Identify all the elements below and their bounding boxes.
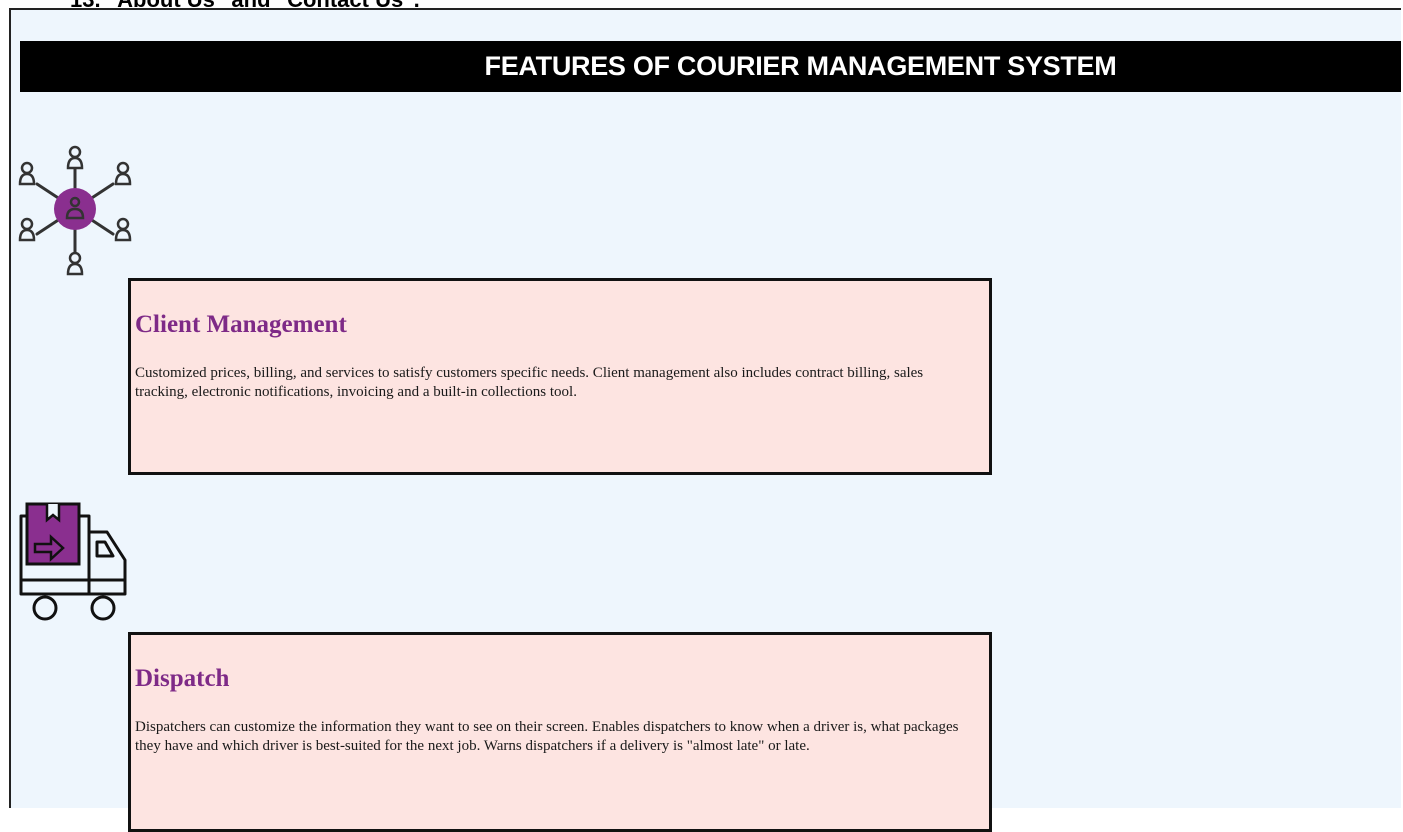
feature-title: Client Management	[135, 311, 347, 338]
feature-title: Dispatch	[135, 665, 230, 692]
delivery-truck-icon	[17, 498, 129, 628]
feature-description: Dispatchers can customize the informatio…	[135, 719, 959, 754]
feature-card-client-management: Client Management Customized prices, bil…	[128, 278, 992, 475]
feature-description: Customized prices, billing, and services…	[135, 365, 924, 400]
features-banner: FEATURES OF COURIER MANAGEMENT SYSTEM	[20, 41, 1401, 92]
user-network-icon	[15, 142, 135, 276]
feature-card-dispatch: Dispatch Dispatchers can customize the i…	[128, 632, 992, 832]
screenshot-frame: FEATURES OF COURIER MANAGEMENT SYSTEM Cl…	[9, 8, 1401, 832]
document-section-heading: 13. "About Us" and "Contact Us".	[70, 0, 420, 8]
